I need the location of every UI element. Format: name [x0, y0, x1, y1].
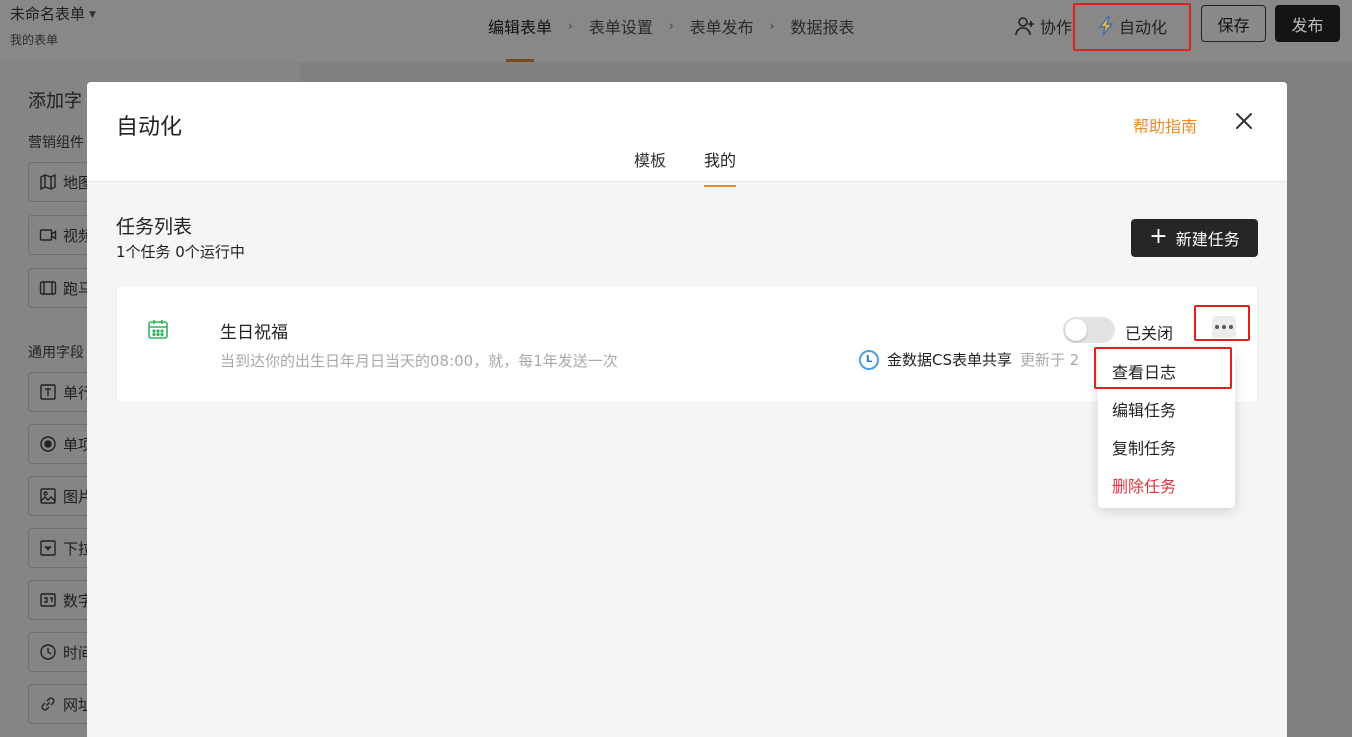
add-user-icon: [1015, 17, 1034, 36]
form-name[interactable]: 未命名表单 ▼: [10, 3, 96, 24]
step-data-report[interactable]: 数据报表: [790, 14, 854, 38]
step-nav: 编辑表单 › 表单设置 › 表单发布 › 数据报表: [488, 14, 855, 62]
task-list-title: 任务列表: [116, 216, 193, 238]
group-marketing: 营销组件: [28, 135, 84, 151]
dropdown-icon: [40, 540, 56, 556]
top-bar: 未命名表单 ▼ 我的表单 编辑表单 › 表单设置 › 表单发布 › 数据报表 协作…: [0, 0, 1352, 62]
automation-modal: 自动化 帮助指南 模板 我的 任务列表 1个任务 0个运行中 + 新建任务 生日…: [87, 82, 1287, 737]
chevron-right-icon: ›: [769, 19, 775, 33]
step-form-settings[interactable]: 表单设置: [589, 14, 653, 38]
marquee-icon: [39, 281, 57, 295]
calendar-icon: [148, 320, 168, 339]
modal-title: 自动化: [116, 115, 183, 140]
task-source: L 金数据CS表单共享 更新于 2: [859, 349, 1095, 370]
map-icon: [40, 173, 56, 191]
number-icon: [40, 593, 56, 607]
chevron-right-icon: ›: [568, 19, 573, 33]
group-common: 通用字段: [28, 345, 84, 361]
tab-mine[interactable]: 我的: [704, 147, 737, 187]
highlight-box: [1073, 3, 1191, 51]
radio-icon: [40, 436, 56, 452]
publish-button[interactable]: 发布: [1275, 5, 1340, 42]
app-logo-icon: L: [859, 349, 879, 370]
plus-icon: +: [1149, 224, 1168, 249]
new-task-button[interactable]: + 新建任务: [1131, 219, 1258, 257]
close-icon[interactable]: [1233, 110, 1255, 132]
help-guide-link[interactable]: 帮助指南: [1133, 113, 1197, 137]
image-icon: [40, 488, 56, 504]
text-field-icon: [40, 384, 56, 400]
task-count: 1个任务 0个运行中: [116, 243, 245, 261]
menu-edit-task[interactable]: 编辑任务: [1098, 392, 1235, 430]
menu-delete-task[interactable]: 删除任务: [1098, 468, 1235, 506]
clock-icon: [40, 644, 56, 660]
source-name: 金数据CS表单共享: [887, 351, 1012, 369]
toggle-knob: [1065, 319, 1087, 341]
menu-copy-task[interactable]: 复制任务: [1098, 430, 1235, 468]
form-breadcrumb[interactable]: 我的表单: [10, 31, 58, 48]
link-icon: [41, 697, 55, 711]
tab-templates[interactable]: 模板: [634, 147, 666, 179]
task-name: 生日祝福: [220, 323, 288, 343]
task-card[interactable]: 生日祝福 当到达你的出生日年月日当天的08:00，就，每1年发送一次 已关闭 L…: [116, 285, 1258, 403]
highlight-box: [1094, 347, 1232, 389]
caret-down-icon: ▼: [89, 10, 96, 20]
step-edit-form[interactable]: 编辑表单: [488, 14, 552, 62]
chevron-right-icon: ›: [668, 19, 674, 33]
video-icon: [39, 229, 57, 241]
sidebar-title: 添加字: [28, 91, 82, 112]
modal-tabs: 模板 我的: [634, 147, 737, 187]
save-button[interactable]: 保存: [1201, 5, 1266, 42]
step-form-publish[interactable]: 表单发布: [690, 14, 754, 38]
task-toggle[interactable]: [1063, 317, 1115, 343]
task-status: 已关闭: [1125, 324, 1174, 343]
highlight-box: [1194, 305, 1250, 341]
modal-header: 自动化 帮助指南 模板 我的: [87, 82, 1287, 187]
updated-time: 更新于 2: [1020, 351, 1080, 369]
task-description: 当到达你的出生日年月日当天的08:00，就，每1年发送一次: [220, 352, 618, 370]
collaborate-button[interactable]: 协作: [1014, 14, 1072, 38]
